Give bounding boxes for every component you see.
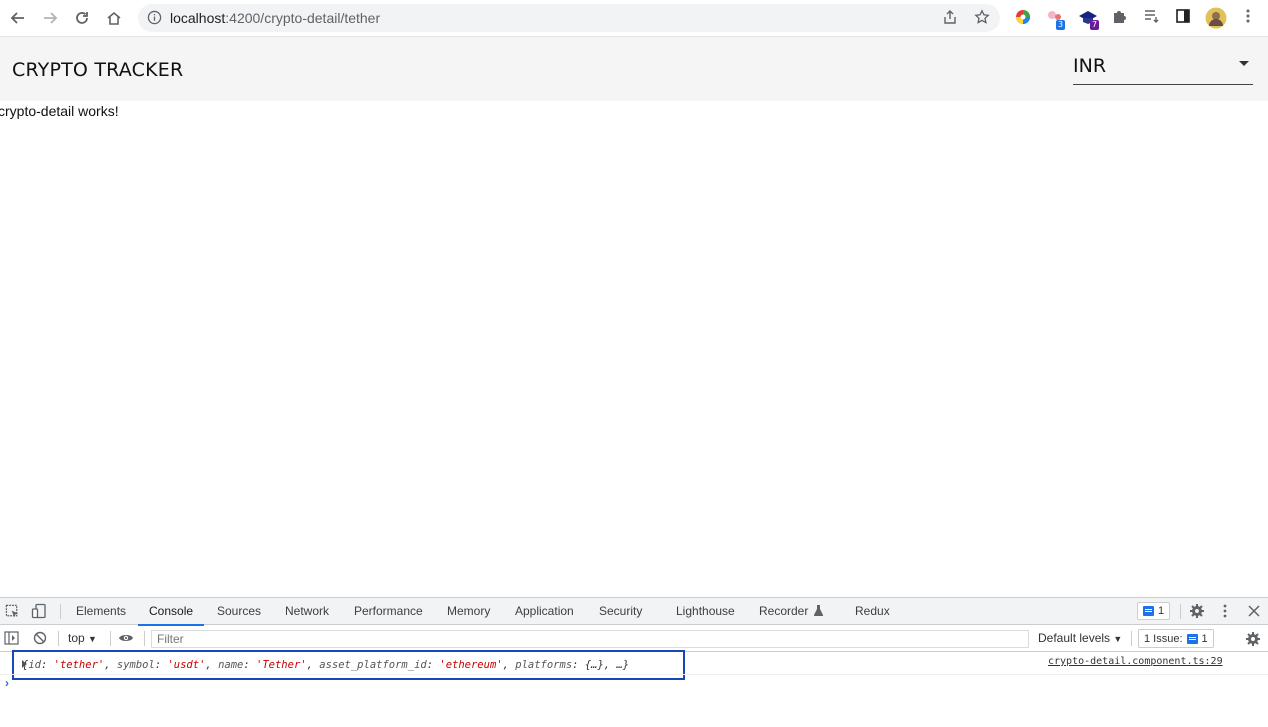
console-toolbar: top ▼ Default levels ▼ 1 Issue: 1 [0, 626, 1268, 652]
devtools-tabbar: Elements Console Sources Network Perform… [0, 598, 1268, 626]
log-value: 'usdt' [167, 659, 206, 671]
divider [1180, 604, 1181, 619]
log-ellipsis: … [616, 659, 623, 671]
log-key: name [218, 659, 244, 671]
inspect-element-icon[interactable] [5, 604, 20, 619]
dropdown-arrow-icon: ▼ [88, 634, 97, 644]
settings-gear-icon[interactable] [1189, 603, 1205, 619]
share-icon[interactable] [942, 9, 958, 30]
tab-network[interactable]: Network [285, 598, 329, 625]
log-levels-dropdown[interactable]: Default levels ▼ [1038, 631, 1122, 645]
browser-toolbar: localhost:4200/crypto-detail/tether 3 7 [0, 0, 1268, 37]
console-settings-gear-icon[interactable] [1245, 631, 1261, 647]
dropdown-arrow-icon [1239, 61, 1249, 66]
messages-count: 1 [1158, 605, 1165, 617]
tab-lighthouse[interactable]: Lighthouse [676, 598, 735, 625]
tab-recorder[interactable]: Recorder [759, 598, 808, 625]
log-levels-label: Default levels [1038, 631, 1111, 645]
tab-console[interactable]: Console [137, 598, 205, 626]
issue-icon [1186, 633, 1198, 644]
tab-performance[interactable]: Performance [354, 598, 423, 625]
extension-badge-count: 3 [1056, 20, 1066, 30]
console-prompt-icon[interactable]: › [5, 676, 9, 690]
flask-icon [813, 604, 824, 617]
color-wheel-icon[interactable] [1014, 8, 1034, 28]
extension-badge-count: 7 [1090, 20, 1100, 30]
home-icon[interactable] [103, 7, 125, 29]
dropdown-arrow-icon: ▼ [1113, 634, 1123, 644]
forward-icon[interactable] [39, 7, 61, 29]
currency-value: INR [1073, 55, 1107, 77]
divider [60, 604, 61, 619]
reload-icon[interactable] [71, 7, 93, 29]
log-key: symbol [116, 659, 155, 671]
more-options-icon[interactable] [1219, 603, 1231, 619]
site-info-icon[interactable] [147, 10, 162, 30]
app-toolbar: CRYPTO TRACKER INR [0, 37, 1268, 101]
tab-redux[interactable]: Redux [855, 598, 890, 625]
log-source-link[interactable]: crypto-detail.component.ts:29 [1048, 656, 1223, 667]
profile-avatar-icon[interactable] [1205, 7, 1227, 29]
reading-list-icon[interactable] [1143, 8, 1163, 28]
log-key: asset_platform_id [319, 659, 427, 671]
more-menu-icon[interactable] [1240, 8, 1260, 28]
tab-elements[interactable]: Elements [76, 598, 126, 625]
sidebar-toggle-icon[interactable] [4, 631, 19, 645]
log-value: 'tether' [53, 659, 105, 671]
app-title: CRYPTO TRACKER [12, 59, 184, 81]
clear-console-icon[interactable] [33, 631, 47, 645]
log-key: platforms [515, 659, 573, 671]
url-host: localhost [170, 10, 226, 26]
close-devtools-icon[interactable] [1247, 604, 1261, 618]
message-icon [1143, 606, 1154, 616]
eye-icon[interactable] [118, 632, 134, 644]
messages-counter[interactable]: 1 [1137, 602, 1171, 620]
side-panel-icon[interactable] [1175, 8, 1195, 28]
console-filter-input[interactable] [151, 630, 1029, 648]
currency-select[interactable]: INR [1073, 51, 1253, 85]
console-log-entry[interactable]: {id: 'tether', symbol: 'usdt', name: 'Te… [12, 650, 685, 680]
log-value: {…} [584, 659, 604, 671]
back-icon[interactable] [7, 7, 29, 29]
url-path: :4200/crypto-detail/tether [225, 10, 381, 26]
graduation-cap-icon[interactable]: 7 [1078, 8, 1100, 30]
divider [1131, 631, 1132, 646]
tab-security[interactable]: Security [599, 598, 642, 625]
issues-label: 1 Issue: [1144, 632, 1183, 645]
divider [110, 631, 111, 646]
address-bar[interactable]: localhost:4200/crypto-detail/tether [138, 4, 1000, 32]
divider [0, 674, 1268, 675]
log-object-preview: {id: 'tether', symbol: 'usdt', name: 'Te… [22, 659, 630, 671]
divider [58, 631, 59, 646]
extension-badge-icon[interactable]: 3 [1046, 8, 1066, 30]
tab-application[interactable]: Application [515, 598, 574, 625]
context-selector[interactable]: top ▼ [68, 631, 97, 645]
divider [144, 631, 145, 646]
issues-count: 1 [1201, 632, 1208, 645]
context-value: top [68, 631, 85, 645]
log-value: 'ethereum' [439, 659, 503, 671]
device-toolbar-icon[interactable] [31, 603, 47, 619]
component-text: crypto-detail works! [0, 103, 119, 119]
issues-counter[interactable]: 1 Issue: 1 [1138, 629, 1214, 648]
url-text: localhost:4200/crypto-detail/tether [170, 10, 380, 26]
tab-memory[interactable]: Memory [447, 598, 490, 625]
puzzle-icon[interactable] [1111, 8, 1131, 28]
log-key: id [28, 659, 41, 671]
bookmark-star-icon[interactable] [974, 9, 990, 30]
log-value: 'Tether' [256, 659, 307, 671]
tab-sources[interactable]: Sources [217, 598, 261, 625]
expand-triangle-icon[interactable] [22, 660, 27, 668]
